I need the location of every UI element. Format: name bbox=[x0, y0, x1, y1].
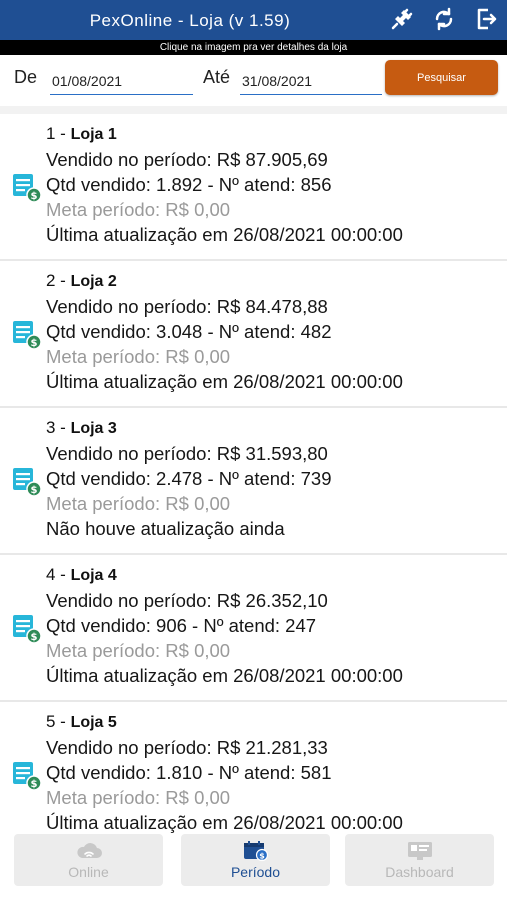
sold-in-period: Vendido no período: R$ 21.281,33 bbox=[46, 737, 328, 758]
plug-icon[interactable] bbox=[389, 6, 415, 32]
last-update: Última atualização em 26/08/2021 00:00:0… bbox=[46, 812, 403, 833]
last-update: Última atualização em 26/08/2021 00:00:0… bbox=[46, 224, 403, 245]
qty-sold: Qtd vendido: 906 - Nº atend: 247 bbox=[46, 615, 317, 636]
list-item[interactable]: $ 2 - Loja 2 Vendido no período: R$ 84.4… bbox=[0, 261, 507, 408]
list-item[interactable]: $ 4 - Loja 4 Vendido no período: R$ 26.3… bbox=[0, 555, 507, 702]
store-sales-icon[interactable]: $ bbox=[11, 465, 43, 497]
app-header: PexOnline - Loja (v 1.59) bbox=[0, 0, 507, 40]
qty-sold: Qtd vendido: 1.892 - Nº atend: 856 bbox=[46, 174, 332, 195]
list-item[interactable]: $ 5 - Loja 5 Vendido no período: R$ 21.2… bbox=[0, 702, 507, 849]
svg-text:$: $ bbox=[31, 779, 38, 790]
store-name: Loja 1 bbox=[70, 126, 117, 143]
nav-dashboard-label: Dashboard bbox=[385, 864, 454, 880]
divider bbox=[0, 106, 507, 114]
list-item[interactable]: $ 1 - Loja 1 Vendido no período: R$ 87.9… bbox=[0, 114, 507, 261]
sold-in-period: Vendido no período: R$ 87.905,69 bbox=[46, 149, 328, 170]
store-heading: 1 - Loja 1 bbox=[46, 124, 117, 143]
app-title: PexOnline - Loja (v 1.59) bbox=[89, 11, 291, 30]
svg-text:$: $ bbox=[31, 632, 38, 643]
calendar-money-icon: $ bbox=[243, 841, 268, 862]
store-heading: 5 - Loja 5 bbox=[46, 712, 117, 731]
svg-text:$: $ bbox=[31, 191, 38, 202]
cloud-wifi-icon bbox=[76, 843, 102, 858]
period-goal: Meta período: R$ 0,00 bbox=[46, 640, 231, 661]
dashboard-icon bbox=[407, 842, 432, 860]
nav-periodo[interactable]: $ Período bbox=[181, 834, 330, 886]
nav-online-label: Online bbox=[68, 864, 109, 880]
qty-sold: Qtd vendido: 3.048 - Nº atend: 482 bbox=[46, 321, 332, 342]
last-update: Não houve atualização ainda bbox=[46, 518, 285, 539]
sold-in-period: Vendido no período: R$ 84.478,88 bbox=[46, 296, 328, 317]
search-button[interactable]: Pesquisar bbox=[385, 60, 498, 95]
store-heading: 2 - Loja 2 bbox=[46, 271, 117, 290]
details-hint: Clique na imagem pra ver detalhes da loj… bbox=[0, 40, 507, 55]
store-name: Loja 4 bbox=[70, 567, 117, 584]
svg-text:$: $ bbox=[31, 485, 38, 496]
period-goal: Meta período: R$ 0,00 bbox=[46, 199, 231, 220]
store-sales-icon[interactable]: $ bbox=[11, 612, 43, 644]
date-filter: De Até Pesquisar bbox=[0, 55, 507, 105]
qty-sold: Qtd vendido: 1.810 - Nº atend: 581 bbox=[46, 762, 332, 783]
period-goal: Meta período: R$ 0,00 bbox=[46, 346, 231, 367]
sold-in-period: Vendido no período: R$ 31.593,80 bbox=[46, 443, 328, 464]
store-heading: 3 - Loja 3 bbox=[46, 418, 117, 437]
header-actions bbox=[389, 6, 499, 32]
last-update: Última atualização em 26/08/2021 00:00:0… bbox=[46, 371, 403, 392]
store-name: Loja 3 bbox=[70, 420, 117, 437]
store-name: Loja 2 bbox=[70, 273, 117, 290]
last-update: Última atualização em 26/08/2021 00:00:0… bbox=[46, 665, 403, 686]
store-heading: 4 - Loja 4 bbox=[46, 565, 117, 584]
period-goal: Meta período: R$ 0,00 bbox=[46, 493, 231, 514]
from-date-input[interactable] bbox=[50, 67, 193, 95]
store-sales-icon[interactable]: $ bbox=[11, 318, 43, 350]
nav-dashboard[interactable]: Dashboard bbox=[345, 834, 494, 886]
store-list: $ 1 - Loja 1 Vendido no período: R$ 87.9… bbox=[0, 114, 507, 849]
nav-periodo-label: Período bbox=[230, 864, 281, 880]
store-name: Loja 5 bbox=[70, 714, 117, 731]
store-sales-icon[interactable]: $ bbox=[11, 759, 43, 791]
list-item[interactable]: $ 3 - Loja 3 Vendido no período: R$ 31.5… bbox=[0, 408, 507, 555]
sold-in-period: Vendido no período: R$ 26.352,10 bbox=[46, 590, 328, 611]
store-sales-icon[interactable]: $ bbox=[11, 171, 43, 203]
qty-sold: Qtd vendido: 2.478 - Nº atend: 739 bbox=[46, 468, 332, 489]
svg-text:$: $ bbox=[31, 338, 38, 349]
refresh-icon[interactable] bbox=[431, 6, 457, 32]
period-goal: Meta período: R$ 0,00 bbox=[46, 787, 231, 808]
nav-online[interactable]: Online bbox=[14, 834, 163, 886]
logout-icon[interactable] bbox=[473, 6, 499, 32]
bottom-nav: Online $ Período Dashboard bbox=[0, 834, 507, 900]
to-label: Até bbox=[203, 67, 231, 87]
svg-text:$: $ bbox=[259, 852, 265, 861]
to-date-input[interactable] bbox=[240, 67, 382, 95]
from-label: De bbox=[14, 67, 38, 87]
